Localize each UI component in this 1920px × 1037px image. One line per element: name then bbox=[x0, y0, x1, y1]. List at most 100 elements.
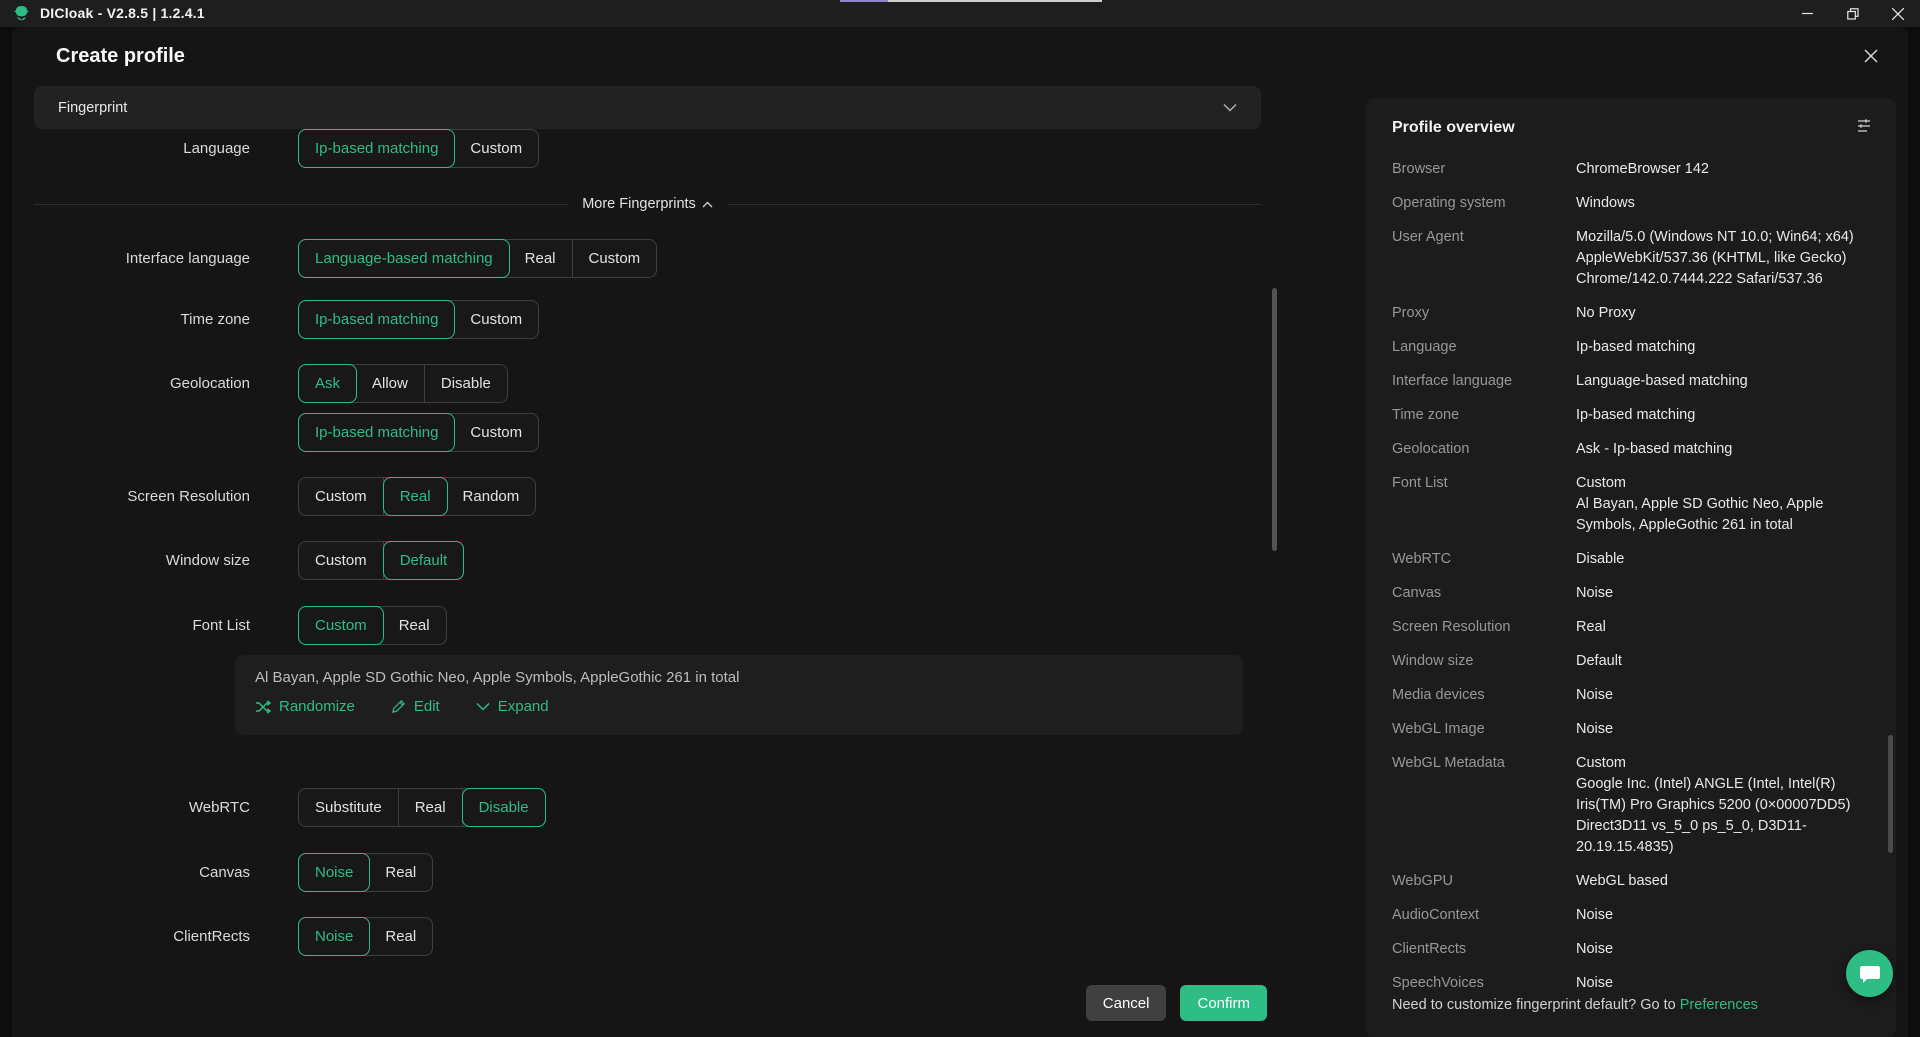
randomize-button[interactable]: Randomize bbox=[255, 698, 355, 715]
panel-footer-note: Need to customize fingerprint default? G… bbox=[1392, 997, 1758, 1013]
form-row-geolocation-matching: Ip-based matching Custom bbox=[12, 413, 539, 452]
overview-row-canvas: CanvasNoise bbox=[1392, 583, 1872, 604]
overview-row-window-size: Window sizeDefault bbox=[1392, 651, 1872, 672]
screen-resolution-random-button[interactable]: Random bbox=[447, 478, 536, 515]
screen-resolution-real-button[interactable]: Real bbox=[383, 477, 448, 516]
font-summary-box: Al Bayan, Apple SD Gothic Neo, Apple Sym… bbox=[235, 655, 1243, 735]
overview-row-language: LanguageIp-based matching bbox=[1392, 337, 1872, 358]
fingerprint-section-label: Fingerprint bbox=[58, 100, 127, 116]
overview-row-screen-resolution: Screen ResolutionReal bbox=[1392, 617, 1872, 638]
geolocation-ask-button[interactable]: Ask bbox=[298, 364, 357, 403]
overview-row-webrtc: WebRTCDisable bbox=[1392, 549, 1872, 570]
screen-resolution-label: Screen Resolution bbox=[12, 488, 250, 505]
geolocation-ip-based-button[interactable]: Ip-based matching bbox=[298, 413, 455, 452]
minimize-button[interactable] bbox=[1785, 0, 1830, 27]
pencil-icon bbox=[391, 699, 406, 714]
form-scrollbar[interactable] bbox=[1272, 288, 1277, 551]
interface-language-options: Language-based matching Real Custom bbox=[298, 239, 657, 278]
confirm-button[interactable]: Confirm bbox=[1180, 985, 1267, 1021]
panel-title: Profile overview bbox=[1392, 119, 1515, 137]
more-fingerprints-toggle[interactable]: More Fingerprints bbox=[582, 196, 713, 212]
close-window-button[interactable] bbox=[1875, 0, 1920, 27]
edit-label: Edit bbox=[414, 698, 440, 715]
window-size-default-button[interactable]: Default bbox=[383, 541, 465, 580]
language-custom-button[interactable]: Custom bbox=[454, 130, 538, 167]
canvas-noise-button[interactable]: Noise bbox=[298, 853, 370, 892]
canvas-real-button[interactable]: Real bbox=[369, 854, 432, 891]
interface-language-custom-button[interactable]: Custom bbox=[573, 240, 657, 277]
form-row-clientrects: ClientRects Noise Real bbox=[12, 917, 433, 956]
font-list-custom-button[interactable]: Custom bbox=[298, 606, 384, 645]
geolocation-label: Geolocation bbox=[12, 375, 250, 392]
screen-resolution-custom-button[interactable]: Custom bbox=[299, 478, 384, 515]
geolocation-disable-button[interactable]: Disable bbox=[425, 365, 507, 402]
overview-row-audiocontext: AudioContextNoise bbox=[1392, 905, 1872, 926]
language-ip-based-button[interactable]: Ip-based matching bbox=[298, 129, 455, 168]
form-row-webrtc: WebRTC Substitute Real Disable bbox=[12, 788, 546, 827]
create-profile-dialog: Create profile Fingerprint Language Ip-b… bbox=[12, 27, 1908, 1037]
dialog-title: Create profile bbox=[56, 45, 185, 68]
interface-language-real-button[interactable]: Real bbox=[509, 240, 573, 277]
restore-button[interactable] bbox=[1830, 0, 1875, 27]
geolocation-custom-button[interactable]: Custom bbox=[454, 414, 538, 451]
window-size-custom-button[interactable]: Custom bbox=[299, 542, 384, 579]
shuffle-icon bbox=[255, 700, 271, 714]
webrtc-real-button[interactable]: Real bbox=[399, 789, 463, 826]
edit-button[interactable]: Edit bbox=[391, 698, 440, 715]
webrtc-label: WebRTC bbox=[12, 799, 250, 816]
panel-scrollbar[interactable] bbox=[1888, 735, 1893, 853]
geolocation-allow-button[interactable]: Allow bbox=[356, 365, 425, 402]
language-options: Ip-based matching Custom bbox=[298, 129, 539, 168]
overview-row-browser: BrowserChromeBrowser 142 bbox=[1392, 159, 1872, 180]
os-titlebar: DICloak - V2.8.5 | 1.2.4.1 bbox=[0, 0, 1920, 27]
webrtc-options: Substitute Real Disable bbox=[298, 788, 546, 827]
chevron-down-icon bbox=[476, 702, 490, 711]
overview-row-font-list: Font ListCustom Al Bayan, Apple SD Gothi… bbox=[1392, 473, 1872, 536]
divider-line bbox=[727, 204, 1261, 205]
font-summary-text: Al Bayan, Apple SD Gothic Neo, Apple Sym… bbox=[255, 669, 1223, 686]
sliders-icon[interactable] bbox=[1856, 118, 1872, 137]
canvas-options: Noise Real bbox=[298, 853, 433, 892]
form-row-screen-resolution: Screen Resolution Custom Real Random bbox=[12, 477, 536, 516]
form-row-font-list: Font List Custom Real bbox=[12, 606, 447, 645]
support-chat-button[interactable] bbox=[1846, 950, 1893, 997]
form-row-window-size: Window size Custom Default bbox=[12, 541, 464, 580]
more-fingerprints-label: More Fingerprints bbox=[582, 196, 696, 212]
overview-row-time-zone: Time zoneIp-based matching bbox=[1392, 405, 1872, 426]
expand-button[interactable]: Expand bbox=[476, 698, 549, 715]
form-row-canvas: Canvas Noise Real bbox=[12, 853, 433, 892]
webrtc-substitute-button[interactable]: Substitute bbox=[299, 789, 399, 826]
geolocation-options: Ask Allow Disable bbox=[298, 364, 508, 403]
close-dialog-icon[interactable] bbox=[1862, 47, 1882, 67]
form-row-interface-language: Interface language Language-based matchi… bbox=[12, 239, 657, 278]
chevron-up-icon bbox=[702, 201, 713, 208]
chevron-down-icon bbox=[1223, 99, 1237, 117]
form-row-time-zone: Time zone Ip-based matching Custom bbox=[12, 300, 539, 339]
font-list-real-button[interactable]: Real bbox=[383, 607, 446, 644]
form-row-geolocation: Geolocation Ask Allow Disable bbox=[12, 364, 508, 403]
cancel-button[interactable]: Cancel bbox=[1086, 985, 1167, 1021]
window-size-label: Window size bbox=[12, 552, 250, 569]
app-title: DICloak - V2.8.5 | 1.2.4.1 bbox=[40, 5, 205, 21]
overview-row-proxy: ProxyNo Proxy bbox=[1392, 303, 1872, 324]
clientrects-real-button[interactable]: Real bbox=[369, 918, 432, 955]
webrtc-disable-button[interactable]: Disable bbox=[462, 788, 546, 827]
interface-language-label: Interface language bbox=[12, 250, 250, 267]
overview-row-os: Operating systemWindows bbox=[1392, 193, 1872, 214]
time-zone-ip-based-button[interactable]: Ip-based matching bbox=[298, 300, 455, 339]
time-zone-custom-button[interactable]: Custom bbox=[454, 301, 538, 338]
clientrects-options: Noise Real bbox=[298, 917, 433, 956]
interface-language-matching-button[interactable]: Language-based matching bbox=[298, 239, 510, 278]
form-row-language: Language Ip-based matching Custom bbox=[12, 129, 539, 168]
dialog-footer: Cancel Confirm bbox=[12, 985, 1267, 1021]
more-fingerprints-divider: More Fingerprints bbox=[34, 194, 1261, 214]
time-zone-label: Time zone bbox=[12, 311, 250, 328]
preferences-link[interactable]: Preferences bbox=[1680, 997, 1758, 1013]
clientrects-noise-button[interactable]: Noise bbox=[298, 917, 370, 956]
overview-row-webgl-image: WebGL ImageNoise bbox=[1392, 719, 1872, 740]
overview-row-interface-language: Interface languageLanguage-based matchin… bbox=[1392, 371, 1872, 392]
dicloak-logo-icon bbox=[12, 4, 31, 23]
fingerprint-section-header[interactable]: Fingerprint bbox=[34, 86, 1261, 129]
language-label: Language bbox=[12, 140, 250, 157]
geolocation-matching-options: Ip-based matching Custom bbox=[298, 413, 539, 452]
